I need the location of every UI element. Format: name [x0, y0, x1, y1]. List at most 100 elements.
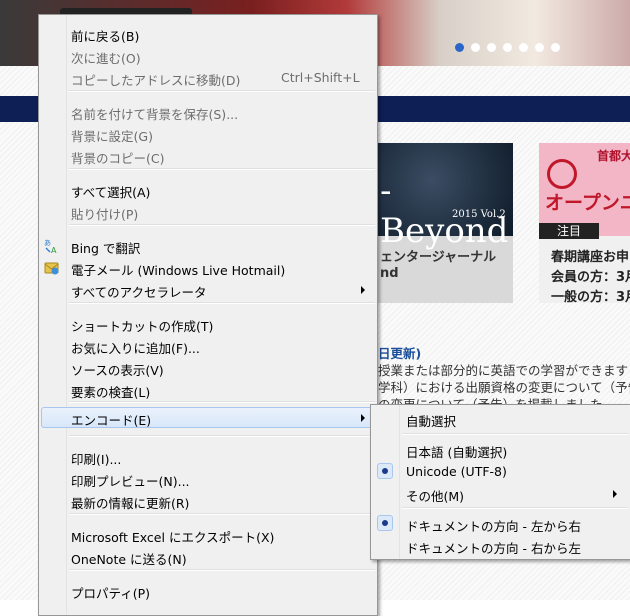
submenu-item[interactable]: 自動選択: [371, 408, 630, 430]
menu-item-label: 貼り付け(P): [71, 207, 139, 222]
carousel-dot-6[interactable]: [535, 43, 544, 52]
journal-card[interactable]: -Beyond 2015 Vol.2 ェンタージャーナル nd: [378, 143, 513, 303]
open-university-subtitle: 首都大: [597, 149, 630, 163]
submenu-item[interactable]: ドキュメントの方向 - 右から左: [371, 535, 630, 557]
submenu-item-label: 日本語 (自動選択): [406, 445, 508, 460]
carousel-dot-7[interactable]: [551, 43, 560, 52]
menu-item: 次に進む(O): [39, 45, 377, 67]
bing-translate-icon: あA: [44, 238, 60, 255]
menu-separator: [69, 168, 375, 170]
menu-item[interactable]: すべて選択(A): [39, 179, 377, 201]
menu-separator: [69, 513, 375, 515]
menu-item: 背景のコピー(C): [39, 145, 377, 167]
journal-card-caption: ェンタージャーナル: [380, 250, 497, 265]
carousel-dots[interactable]: [455, 43, 560, 52]
menu-item-label: Bing で翻訳: [71, 241, 141, 256]
submenu-arrow-icon: [361, 414, 365, 422]
menu-item[interactable]: 印刷(I)...: [39, 446, 377, 468]
menu-item-label: 電子メール (Windows Live Hotmail): [71, 263, 286, 278]
menu-item: 背景に設定(G): [39, 123, 377, 145]
menu-item[interactable]: お気に入りに追加(F)...: [39, 335, 377, 357]
menu-item[interactable]: OneNote に送る(N): [39, 546, 377, 568]
carousel-dot-4[interactable]: [503, 43, 512, 52]
menu-separator: [69, 90, 375, 92]
menu-item-label: 最新の情報に更新(R): [71, 496, 190, 511]
university-logo-icon: [547, 159, 577, 189]
menu-separator: [69, 302, 375, 304]
radio-check-icon: [377, 515, 393, 531]
menu-item[interactable]: 要素の検査(L): [39, 379, 377, 401]
menu-item-label: OneNote に送る(N): [71, 552, 187, 567]
news-item[interactable]: 授業または部分的に英語での学習ができます: [378, 362, 630, 379]
news-list: 日更新) 授業または部分的に英語での学習ができます 学科）における出願資格の変更…: [378, 345, 630, 413]
menu-item-label: 背景のコピー(C): [71, 151, 165, 166]
submenu-item-label: 自動選択: [406, 414, 457, 429]
submenu-arrow-icon: [613, 490, 617, 498]
journal-card-caption-2: nd: [380, 266, 399, 281]
menu-item-label: 印刷(I)...: [71, 452, 122, 467]
menu-item-label: 前に戻る(B): [71, 29, 140, 44]
menu-item-label: お気に入りに追加(F)...: [71, 341, 200, 356]
menu-item-label: 印刷プレビュー(N)...: [71, 474, 190, 489]
encoding-submenu: 自動選択日本語 (自動選択) Unicode (UTF-8) その他(M) ドキュメン…: [370, 404, 630, 560]
open-university-card[interactable]: 首都大 オープンユ 注目 春期講座お申 会員の方：3月 一般の方：3月: [539, 143, 630, 303]
menu-item[interactable]: あ A Bing で翻訳: [39, 235, 377, 257]
menu-item: 名前を付けて背景を保存(S)...: [39, 101, 377, 123]
open-university-line-3: 一般の方：3月: [551, 290, 630, 303]
menu-separator: [69, 401, 375, 403]
menu-item-label: すべて選択(A): [71, 185, 151, 200]
menu-item-label: Microsoft Excel にエクスポート(X): [71, 530, 275, 545]
news-heading: 日更新): [378, 346, 422, 361]
menu-item-label: すべてのアクセラレータ: [71, 285, 207, 300]
open-university-line-2: 会員の方：3月: [551, 270, 630, 285]
open-university-image: 首都大 オープンユ 注目: [539, 143, 630, 239]
menu-item[interactable]: 電子メール (Windows Live Hotmail): [39, 257, 377, 279]
email-icon: [44, 260, 60, 276]
submenu-item-label: ドキュメントの方向 - 右から左: [406, 541, 581, 556]
svg-text:あ: あ: [44, 239, 51, 247]
featured-tag: 注目: [539, 223, 599, 239]
submenu-separator: [402, 433, 628, 435]
menu-item-label: 要素の検査(L): [71, 385, 151, 400]
menu-separator: [69, 435, 375, 437]
carousel-dot-1[interactable]: [455, 43, 464, 52]
menu-item-label: 名前を付けて背景を保存(S)...: [71, 107, 239, 122]
submenu-arrow-icon: [361, 286, 365, 294]
menu-item[interactable]: 最新の情報に更新(R): [39, 490, 377, 512]
menu-item-label: エンコード(E): [71, 413, 152, 428]
menu-item-shortcut: Ctrl+Shift+L: [281, 70, 360, 85]
submenu-item[interactable]: Unicode (UTF-8): [371, 461, 630, 483]
menu-item[interactable]: 印刷プレビュー(N)...: [39, 468, 377, 490]
journal-card-image: -Beyond 2015 Vol.2: [378, 143, 513, 251]
menu-item[interactable]: エンコード(E): [39, 407, 377, 429]
menu-item-label: ショートカットの作成(T): [71, 319, 214, 334]
carousel-dot-3[interactable]: [487, 43, 496, 52]
submenu-item[interactable]: その他(M): [371, 483, 630, 505]
menu-item: 貼り付け(P): [39, 201, 377, 223]
menu-item-label: プロパティ(P): [71, 586, 151, 601]
menu-item[interactable]: すべてのアクセラレータ: [39, 279, 377, 301]
menu-item[interactable]: Microsoft Excel にエクスポート(X): [39, 524, 377, 546]
journal-card-volume: 2015 Vol.2: [452, 209, 506, 220]
radio-check-icon: [377, 463, 393, 479]
submenu-item-label: Unicode (UTF-8): [406, 464, 507, 479]
menu-item: コピーしたアドレスに移動(D) Ctrl+Shift+L: [39, 67, 377, 89]
menu-item-label: コピーしたアドレスに移動(D): [71, 73, 241, 88]
submenu-item[interactable]: 日本語 (自動選択): [371, 439, 630, 461]
submenu-item[interactable]: ドキュメントの方向 - 左から右: [371, 513, 630, 535]
menu-item[interactable]: ソースの表示(V): [39, 357, 377, 379]
carousel-dot-2[interactable]: [471, 43, 480, 52]
carousel-dot-5[interactable]: [519, 43, 528, 52]
menu-item[interactable]: ショートカットの作成(T): [39, 313, 377, 335]
menu-item[interactable]: プロパティ(P): [39, 580, 377, 602]
open-university-title: オープンユ: [545, 192, 630, 214]
submenu-item-label: その他(M): [406, 489, 465, 504]
news-item[interactable]: 学科）における出願資格の変更について（予告): [378, 379, 630, 396]
svg-text:A: A: [51, 246, 57, 254]
menu-separator: [69, 569, 375, 571]
menu-item[interactable]: 前に戻る(B): [39, 23, 377, 45]
menu-item-label: 背景に設定(G): [71, 129, 153, 144]
open-university-line-1: 春期講座お申: [551, 250, 630, 265]
context-menu: 前に戻る(B) 次に進む(O) コピーしたアドレスに移動(D) Ctrl+Shift+…: [38, 14, 378, 616]
menu-separator: [69, 224, 375, 226]
